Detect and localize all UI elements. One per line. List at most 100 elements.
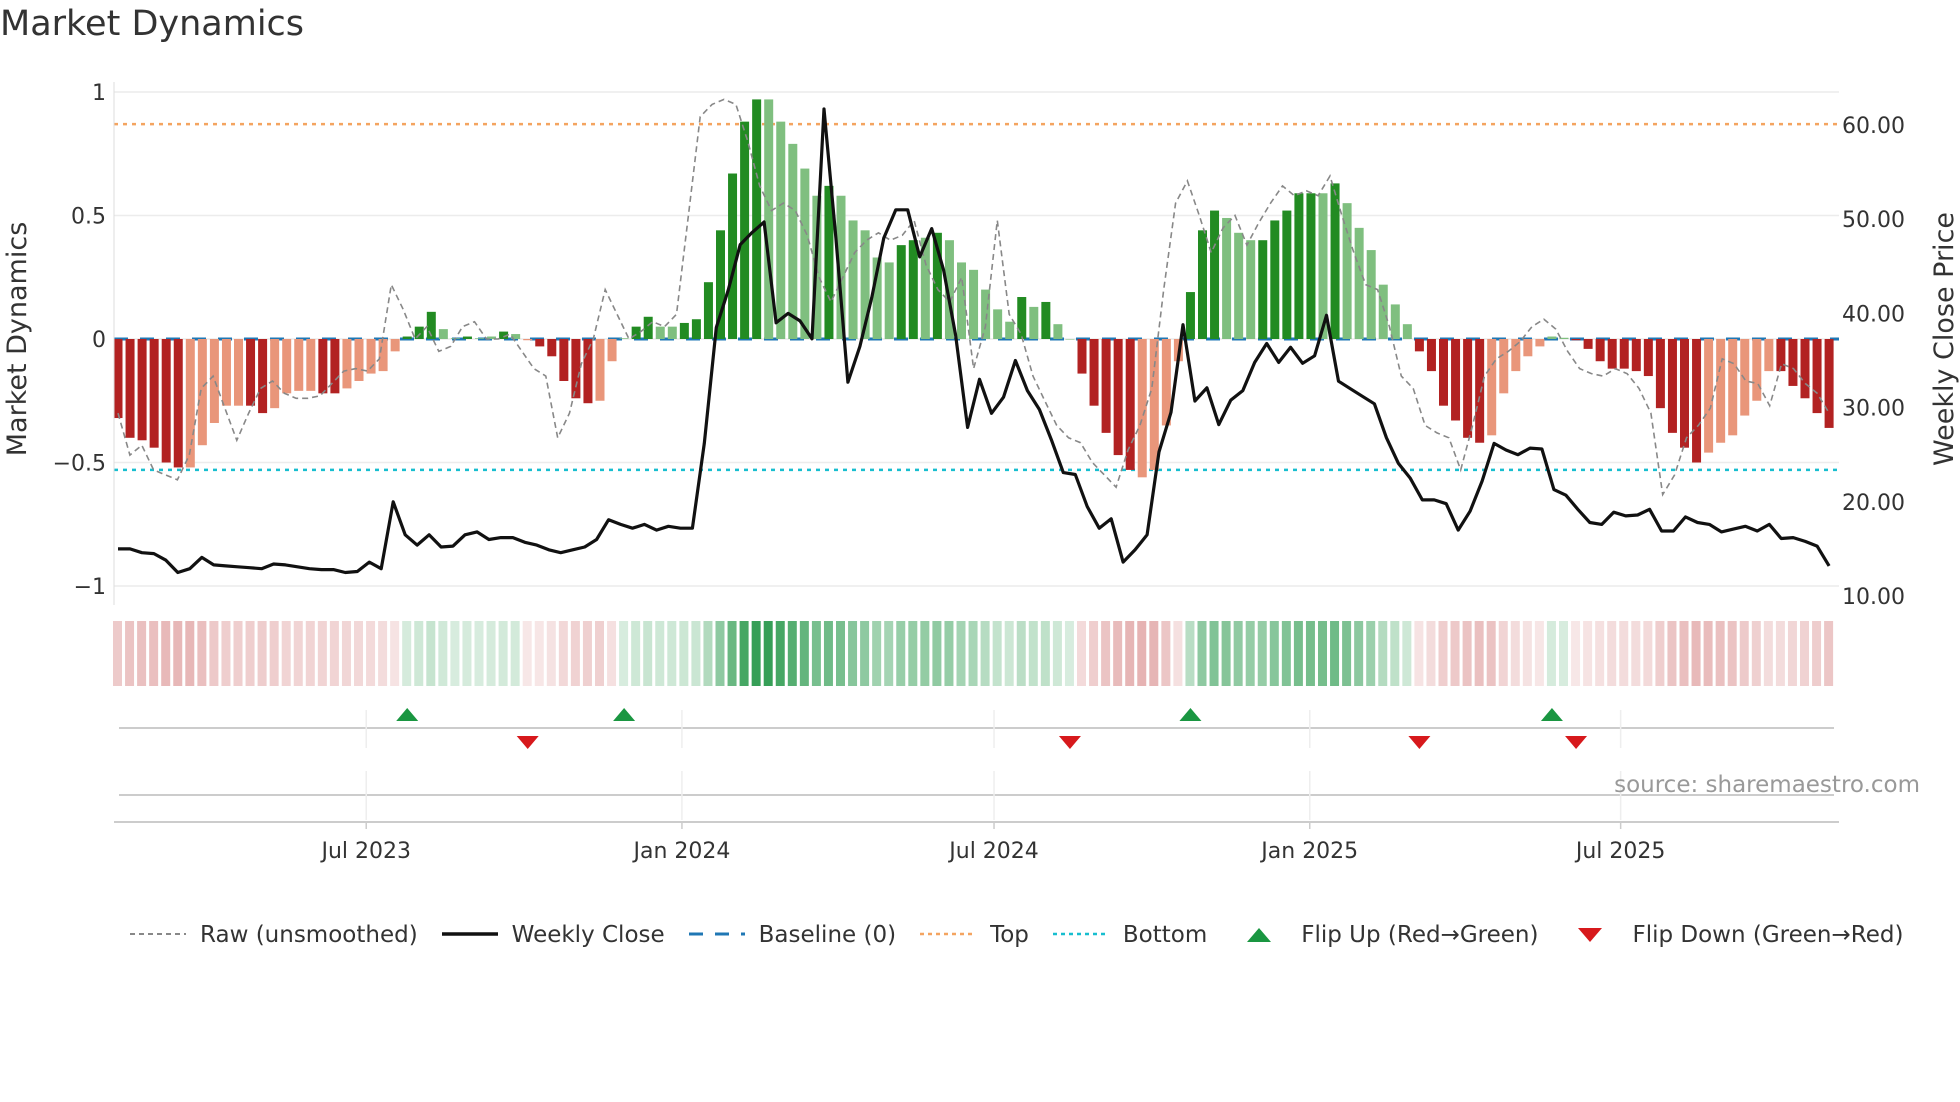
close-legend-icon [441, 932, 498, 936]
heat-strip-cell [1438, 621, 1448, 686]
heat-strip-cell [1462, 621, 1472, 686]
dynamics-bar [197, 339, 207, 446]
heat-strip-cell [1763, 621, 1773, 686]
heat-strip-cell [655, 621, 665, 686]
y2-axis-label: Weekly Close Price [1929, 212, 1960, 466]
heat-strip-cell [1221, 621, 1231, 686]
dynamics-bar [185, 339, 195, 468]
heat-strip-cell [570, 621, 580, 686]
flip-up-marker [1179, 708, 1202, 721]
heat-strip-cell [1450, 621, 1460, 686]
regime-heat-strip [113, 621, 1834, 686]
heat-strip-cell [667, 621, 677, 686]
dynamics-bar [209, 339, 219, 423]
heat-strip-cell [233, 621, 243, 686]
heat-strip-cell [1077, 621, 1086, 686]
heat-strip-cell [1522, 621, 1532, 686]
dynamics-bar [438, 329, 448, 339]
dynamics-bar [1414, 339, 1424, 352]
dynamics-bar [113, 339, 123, 419]
legend-label: Raw (unsmoothed) [200, 922, 418, 948]
dynamics-bar [1692, 339, 1702, 463]
heat-strip-cell [329, 621, 339, 686]
dynamics-bar [1764, 339, 1774, 372]
dynamics-bar [270, 339, 280, 409]
dynamics-bar [1547, 336, 1557, 339]
flip-down-marker [516, 736, 539, 749]
dynamics-bar [342, 339, 352, 389]
dynamics-bar [161, 339, 171, 463]
heat-strip-cell [1667, 621, 1677, 686]
dynamics-bar [258, 339, 268, 414]
heat-strip-cell [1655, 621, 1665, 686]
heat-strip-cell [281, 621, 291, 686]
heat-strip-cell [221, 621, 231, 686]
heat-strip-cell [354, 621, 363, 686]
dynamics-bar [330, 339, 340, 394]
heat-strip-cell [968, 621, 978, 686]
dynamics-bar [1246, 240, 1256, 339]
dynamics-bar [1354, 227, 1364, 339]
heat-strip-cell [631, 621, 641, 686]
heat-strip-cell [1101, 621, 1111, 686]
heat-strip-cell [317, 621, 327, 686]
dynamics-bar [667, 326, 677, 339]
legend-item-top: Top [918, 922, 1029, 948]
dynamics-bar [1402, 324, 1412, 339]
dynamics-bar [752, 99, 762, 339]
dynamics-bar [137, 339, 147, 441]
heat-strip-cell [1125, 621, 1135, 686]
dynamics-bar [282, 339, 292, 394]
heat-strip-cell [1812, 621, 1822, 686]
dynamics-bar [1005, 321, 1015, 339]
heat-strip-cell [522, 621, 532, 686]
dynamics-bar [1017, 297, 1027, 339]
legend-label: Bottom [1122, 922, 1208, 948]
heat-strip-cell [378, 621, 388, 686]
heat-strip-cell [402, 621, 412, 686]
dynamics-bar [1463, 339, 1473, 438]
heat-strip-cell [1113, 621, 1123, 686]
dynamics-bar [1113, 339, 1123, 456]
heat-strip-cell [1281, 621, 1291, 686]
dynamics-bar [1619, 339, 1629, 369]
heat-strip-cell [679, 621, 689, 686]
heat-strip-cell [1149, 621, 1159, 686]
heat-strip-cell [715, 621, 725, 686]
heat-strip-cell [1631, 621, 1641, 686]
dynamics-bar [390, 339, 400, 352]
dynamics-bar [1210, 210, 1220, 339]
dynamics-bar [221, 339, 231, 406]
legend: Raw (unsmoothed) Weekly Close Baseline (0)… [128, 922, 1925, 948]
dynamics-bar [1282, 210, 1292, 339]
heat-strip-cell [1739, 621, 1749, 686]
dynamics-bar [896, 245, 906, 339]
dynamics-bar [1655, 339, 1665, 409]
dynamics-bar [1330, 183, 1340, 339]
dynamics-bar [776, 121, 786, 339]
heat-strip-cell [426, 621, 436, 686]
y2-tick-label: 60.00 [1842, 114, 1905, 139]
heat-strip-cell [1185, 621, 1195, 686]
dynamics-bar [1101, 339, 1111, 433]
heat-strip-cell [161, 621, 171, 686]
heat-strip-cell [908, 621, 918, 686]
heat-strip-cell [1824, 621, 1834, 686]
x-tick-label: Jan 2024 [631, 839, 730, 864]
heat-strip-cell [558, 621, 568, 686]
heat-strip-cell [1619, 621, 1629, 686]
dynamics-bar [993, 309, 1003, 339]
heat-strip-cell [1257, 621, 1267, 686]
heat-strip-cell [872, 621, 882, 686]
heat-strip-cell [1016, 621, 1026, 686]
heat-strip-cell [113, 621, 122, 686]
heat-strip-cell [619, 621, 629, 686]
heat-strip-cell [607, 621, 617, 686]
heat-strip-cell [944, 621, 954, 686]
dynamics-bar [1716, 339, 1726, 443]
heat-strip-cell [1510, 621, 1520, 686]
dynamics-bar [1306, 193, 1316, 339]
y-tick-label: 0 [92, 328, 106, 353]
heat-strip-cell [1534, 621, 1544, 686]
dynamics-bar [1595, 339, 1605, 362]
